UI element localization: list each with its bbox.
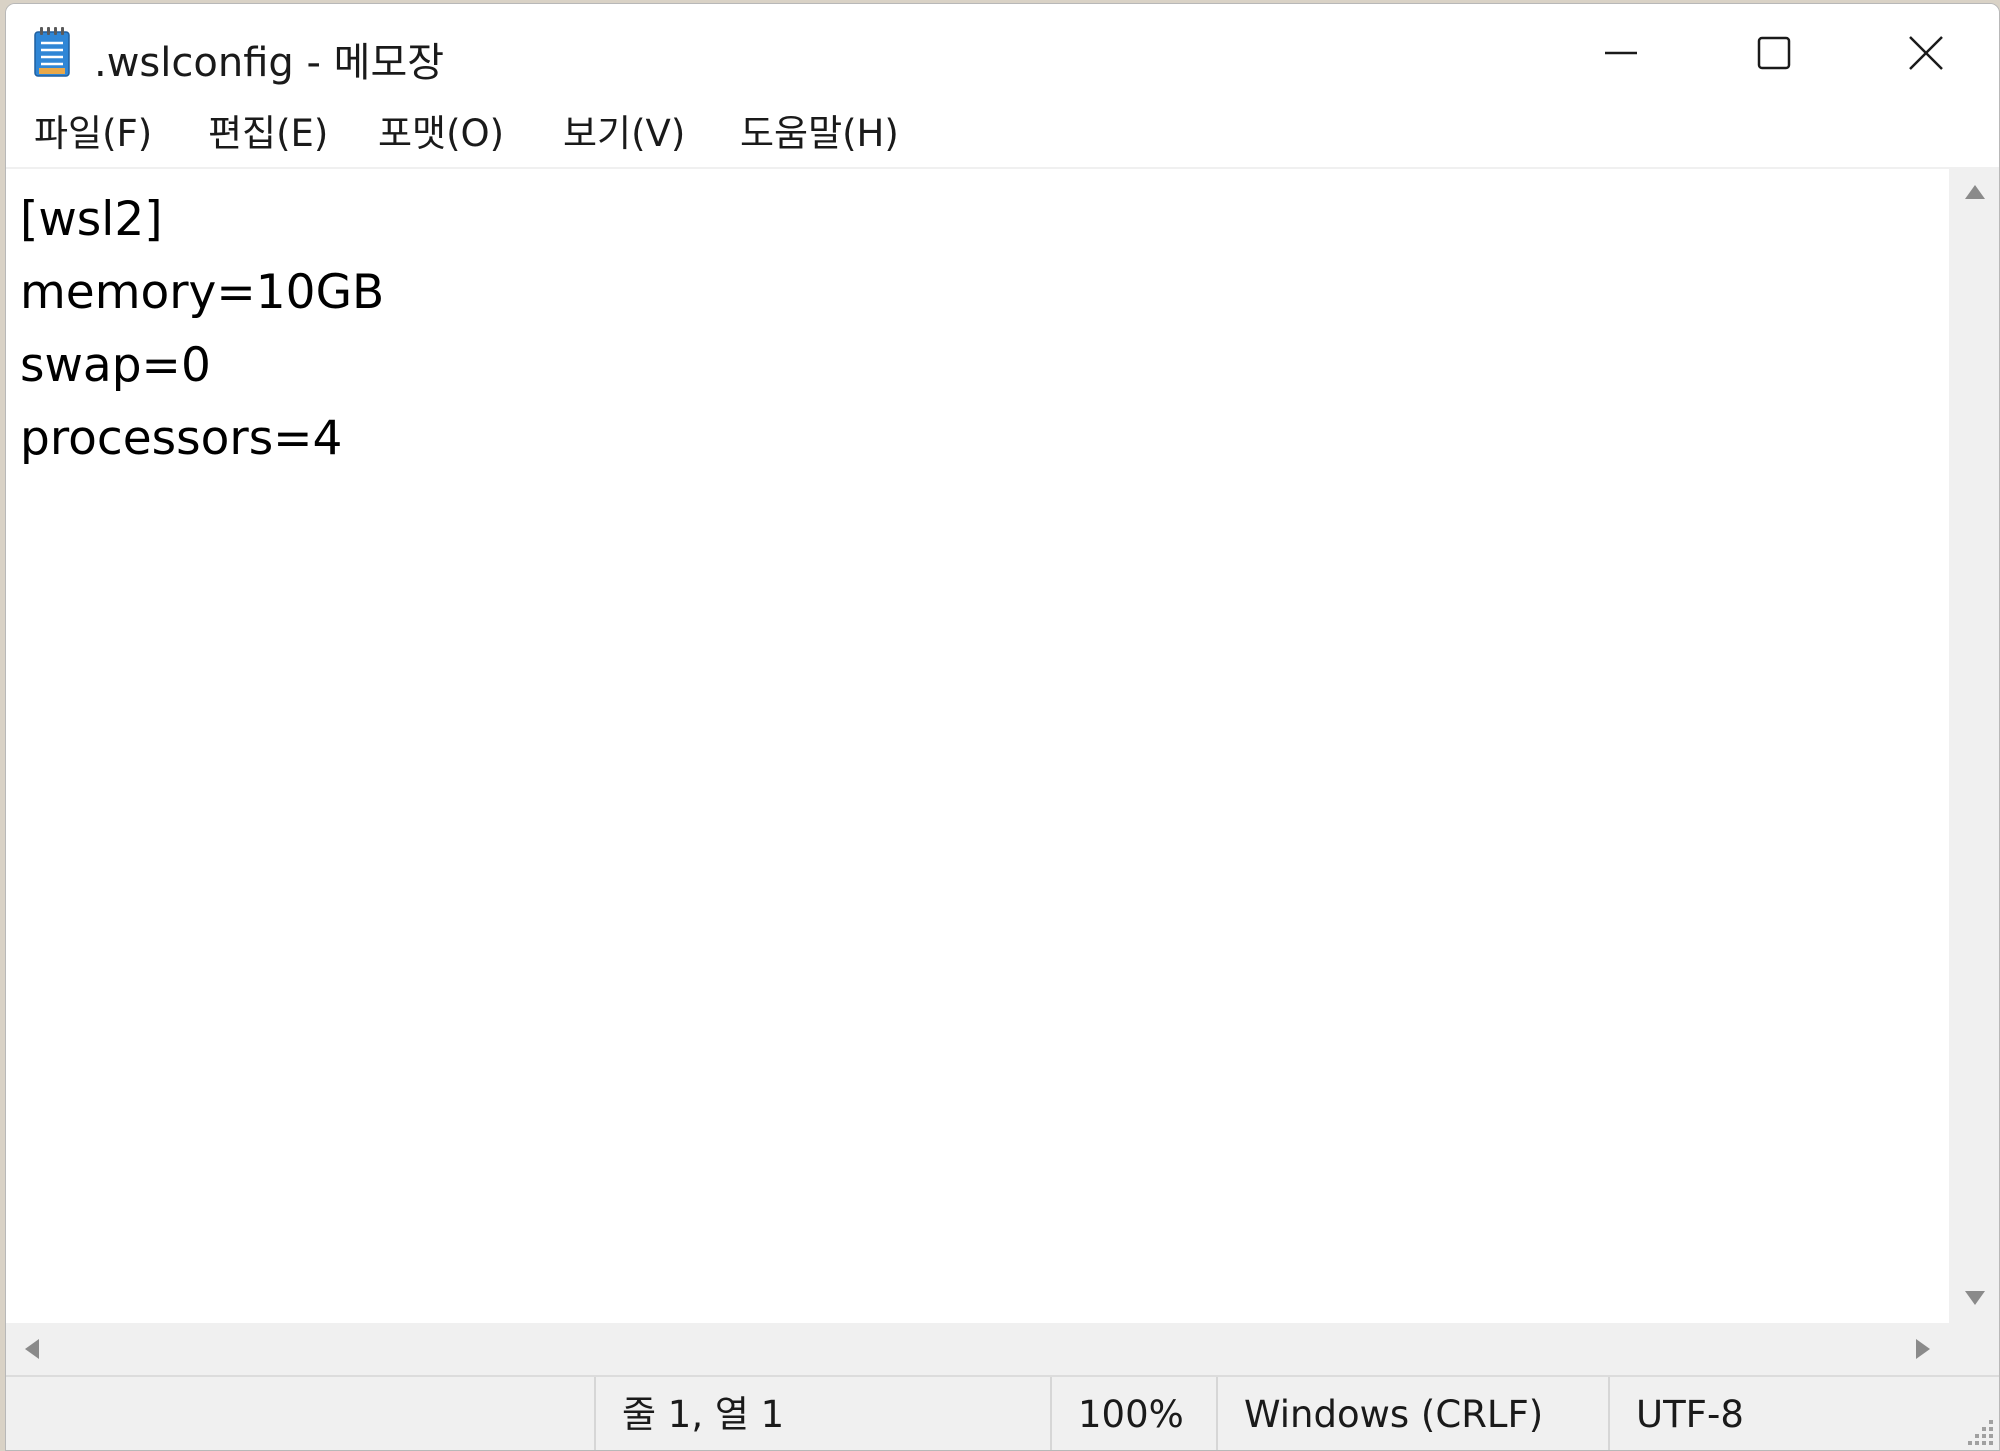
menu-help[interactable]: 도움말(H) (734, 109, 905, 159)
caret-right-icon (1916, 1339, 1930, 1359)
scroll-right-button[interactable] (1897, 1324, 1949, 1374)
minimize-icon (1605, 51, 1637, 54)
caret-down-icon (1965, 1291, 1985, 1305)
editor-line: processors=4 (20, 411, 343, 466)
vertical-scrollbar[interactable] (1949, 167, 1999, 1323)
caret-up-icon (1965, 185, 1985, 199)
status-bar: 줄 1, 열 1 100% Windows (CRLF) UTF-8 (6, 1375, 1999, 1450)
status-zoom: 100% (1050, 1377, 1216, 1450)
maximize-icon (1757, 36, 1791, 69)
text-editor[interactable]: [wsl2] memory=10GB swap=0 processors=4 (6, 167, 1949, 1323)
title-bar[interactable]: .wslconfig - 메모장 (6, 4, 1999, 101)
status-cursor-position: 줄 1, 열 1 (594, 1377, 1050, 1450)
menu-file[interactable]: 파일(F) (28, 109, 158, 159)
close-button[interactable] (1851, 4, 1999, 101)
status-line-ending: Windows (CRLF) (1216, 1377, 1608, 1450)
editor-line: memory=10GB (20, 265, 385, 320)
close-icon (1909, 35, 1943, 70)
caret-left-icon (25, 1339, 39, 1359)
status-encoding: UTF-8 (1608, 1377, 1908, 1450)
editor-line: swap=0 (20, 338, 211, 393)
editor-line: [wsl2] (20, 192, 163, 247)
window-title: .wslconfig - 메모장 (94, 40, 445, 86)
maximize-button[interactable] (1699, 4, 1849, 101)
menu-edit[interactable]: 편집(E) (202, 109, 334, 159)
scroll-left-button[interactable] (6, 1324, 58, 1374)
menu-bar: 파일(F) 편집(E) 포맷(O) 보기(V) 도움말(H) (6, 101, 1999, 167)
notepad-app-icon (34, 27, 70, 77)
resize-grip-icon[interactable] (1965, 1416, 1995, 1446)
scroll-up-button[interactable] (1949, 167, 1999, 217)
editor-content: [wsl2] memory=10GB swap=0 processors=4 (20, 183, 384, 475)
notepad-window: .wslconfig - 메모장 파일(F) 편집(E) 포맷(O) 보기(V)… (5, 3, 2000, 1451)
horizontal-scrollbar[interactable] (6, 1323, 1949, 1375)
scroll-down-button[interactable] (1949, 1273, 1999, 1323)
minimize-button[interactable] (1546, 4, 1696, 101)
menu-view[interactable]: 보기(V) (557, 109, 691, 159)
menu-format[interactable]: 포맷(O) (372, 109, 510, 159)
scrollbar-corner (1949, 1323, 1999, 1375)
